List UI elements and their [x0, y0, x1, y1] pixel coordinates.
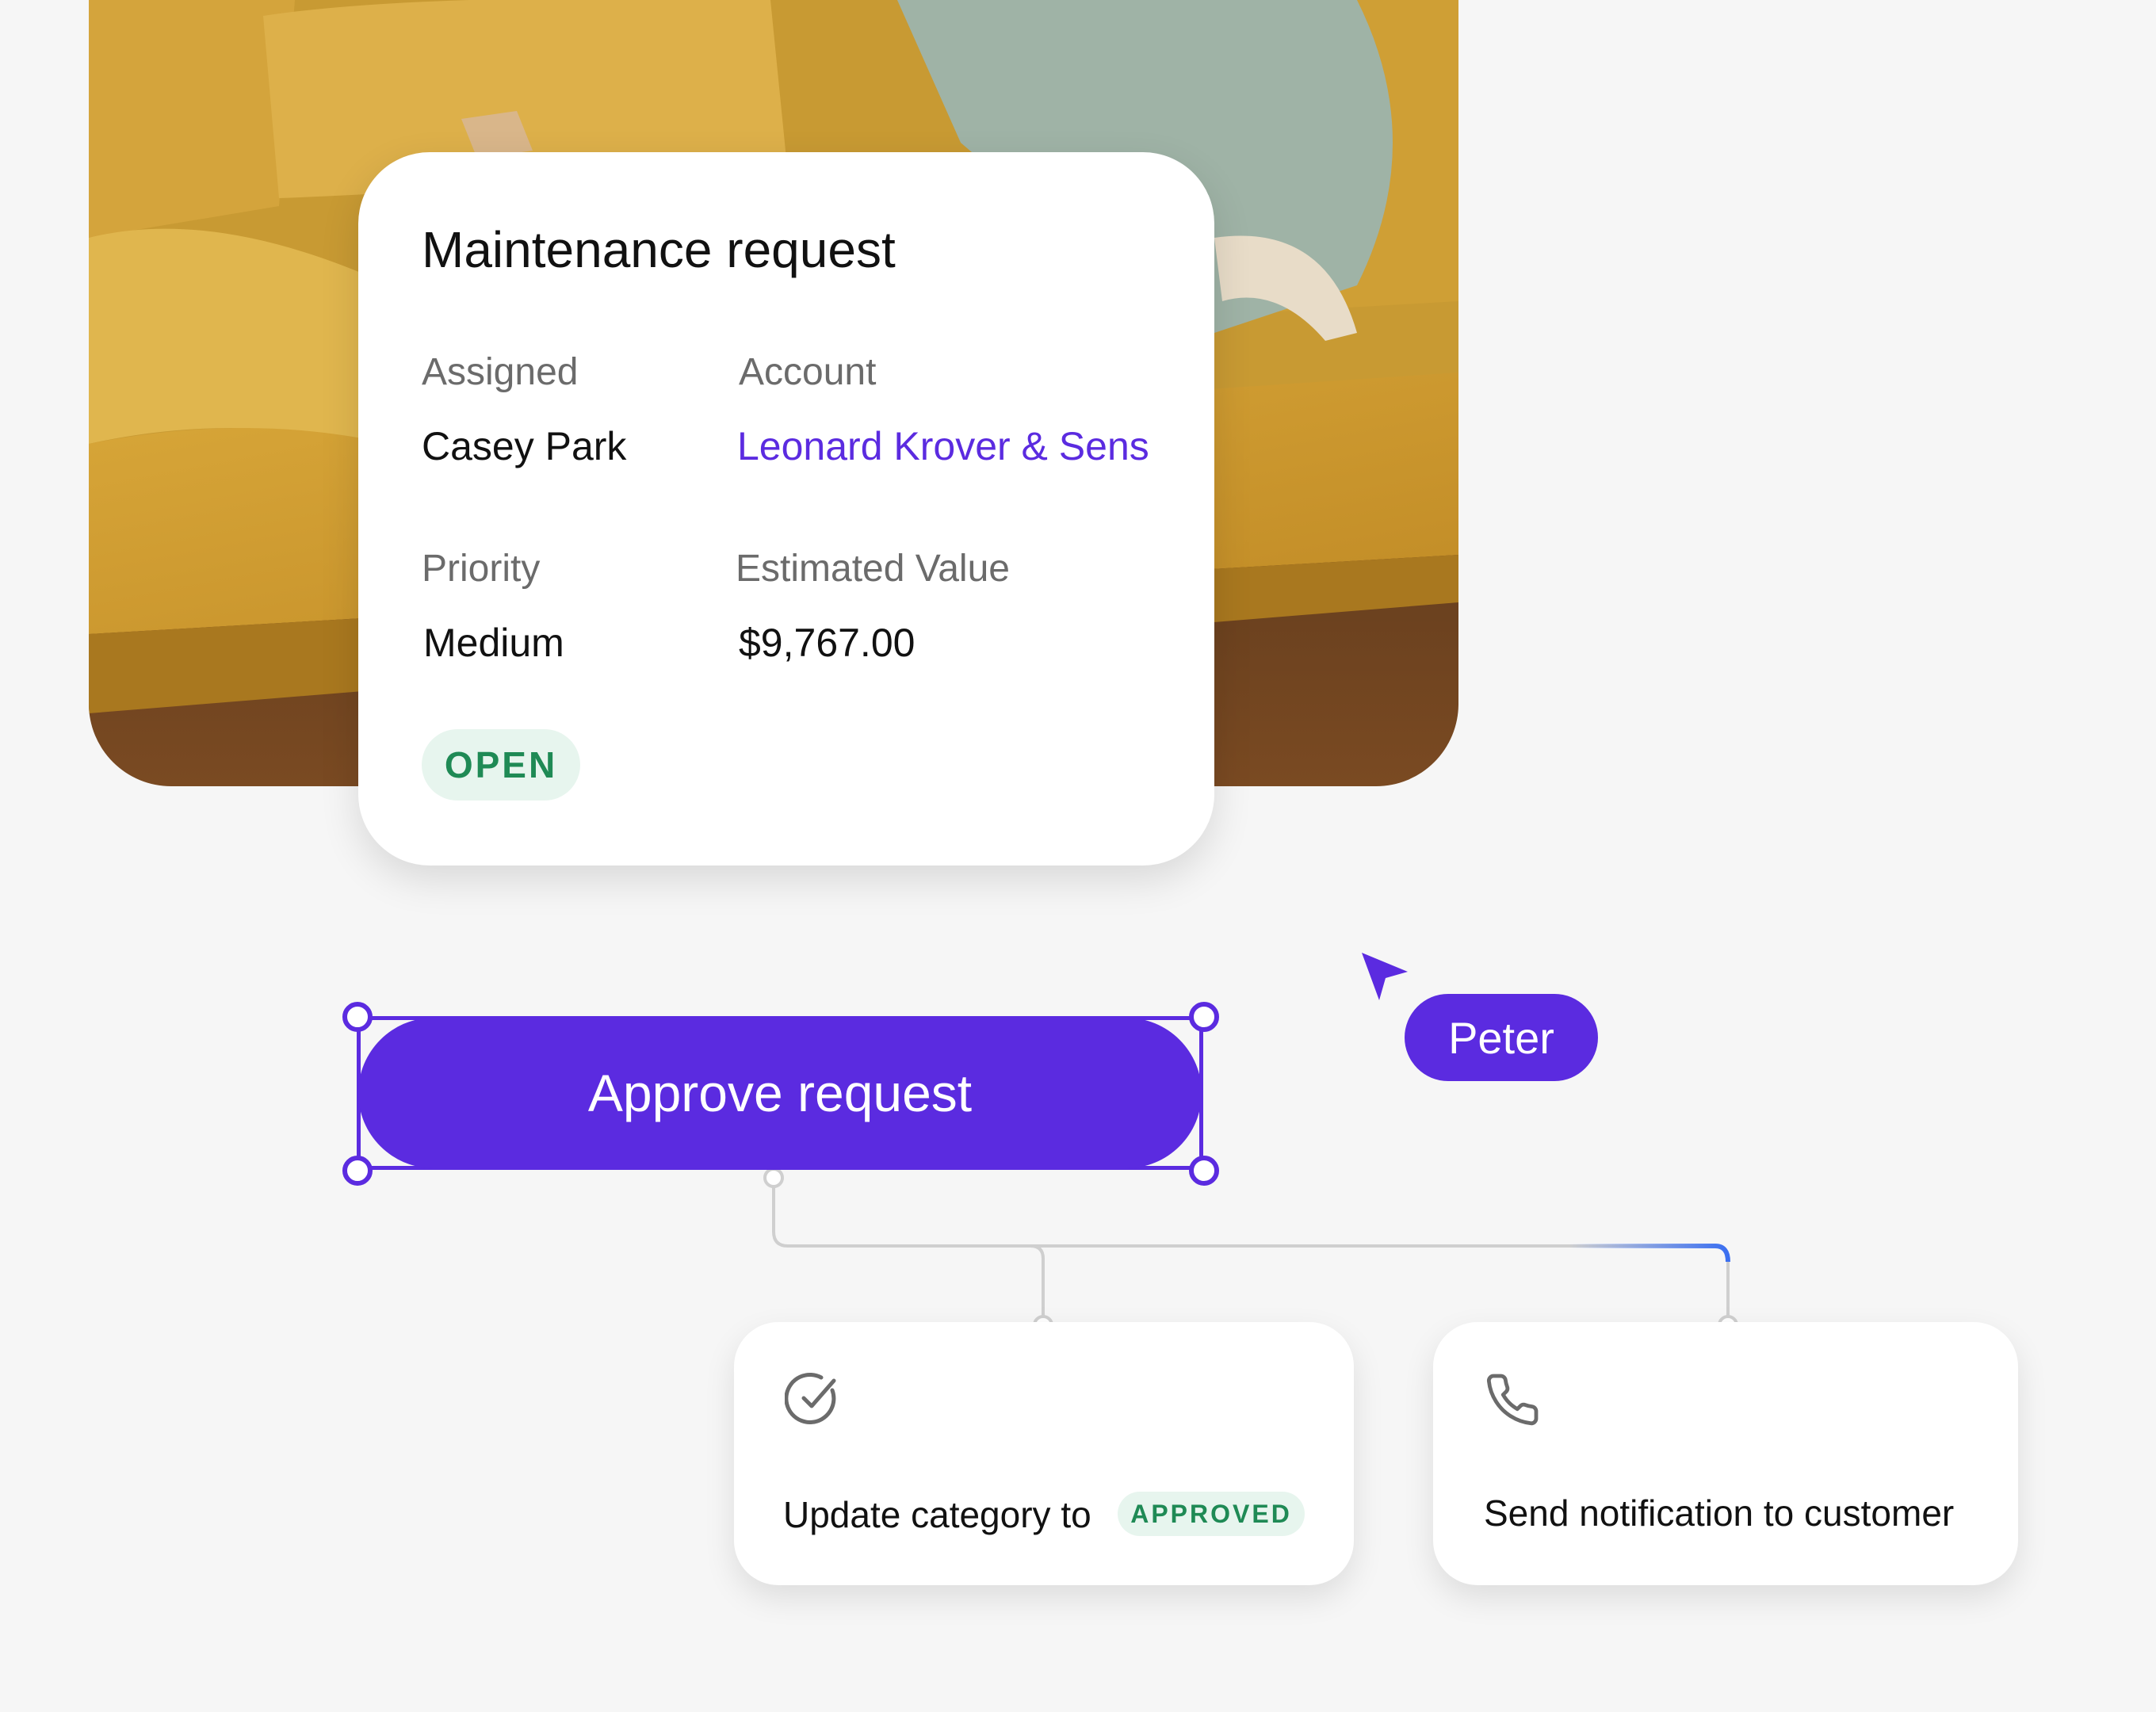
resize-handle-top-left[interactable]	[342, 1002, 373, 1032]
collaborator-cursor-icon	[1362, 953, 1408, 1000]
phone-icon	[1486, 1374, 1539, 1426]
resize-handle-bottom-right[interactable]	[1189, 1156, 1219, 1186]
resize-handle-top-right[interactable]	[1189, 1002, 1219, 1032]
approve-request-button[interactable]: Approve request	[358, 1018, 1202, 1168]
action-card-send-notification[interactable]: Send notification to customer	[1433, 1322, 2018, 1585]
action-text: Send notification to customer	[1484, 1492, 1955, 1534]
action-text: Update category to	[783, 1494, 1091, 1535]
resize-handle-bottom-left[interactable]	[342, 1156, 373, 1186]
collaborator-name-tag: Peter	[1405, 994, 1598, 1081]
check-circle-icon	[785, 1372, 836, 1424]
approved-badge: APPROVED	[1118, 1492, 1305, 1536]
action-card-update-category[interactable]: Update category to APPROVED	[734, 1322, 1354, 1585]
